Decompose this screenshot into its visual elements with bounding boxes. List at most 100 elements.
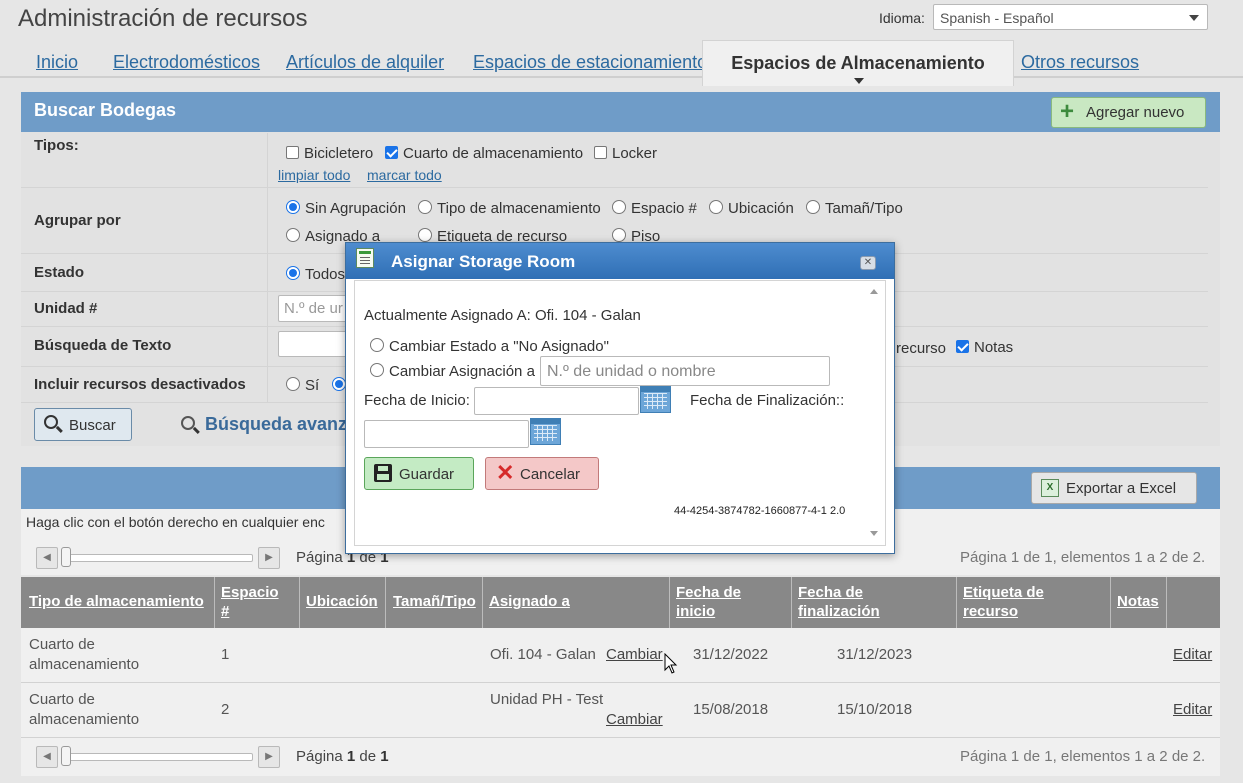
col-tamano[interactable]: Tamañ/Tipo bbox=[393, 592, 476, 611]
type-locker[interactable]: Locker bbox=[594, 145, 657, 162]
group-option[interactable]: Tamañ/Tipo bbox=[806, 200, 903, 217]
clear-all-link[interactable]: limpiar todo bbox=[278, 167, 350, 183]
check-all-link[interactable]: marcar todo bbox=[367, 167, 442, 183]
pager-slider-thumb[interactable] bbox=[61, 547, 71, 567]
tab-electrodomesticos[interactable]: Electrodomésticos bbox=[113, 52, 260, 73]
tab-otros-recursos[interactable]: Otros recursos bbox=[1021, 52, 1139, 73]
checkbox-checked[interactable] bbox=[956, 340, 969, 353]
radio-checked[interactable] bbox=[332, 377, 346, 391]
radio[interactable] bbox=[370, 363, 384, 377]
tab-inicio[interactable]: Inicio bbox=[36, 52, 78, 73]
radio[interactable] bbox=[418, 228, 432, 242]
pager-next-button[interactable]: ▶ bbox=[258, 547, 280, 569]
language-value: Spanish - Español bbox=[940, 10, 1054, 26]
type-bicicletero[interactable]: Bicicletero bbox=[286, 145, 373, 162]
group-option-label: Ubicación bbox=[728, 200, 794, 217]
type-label: Bicicletero bbox=[304, 145, 374, 162]
col-ubicacion[interactable]: Ubicación bbox=[306, 592, 378, 611]
language-select[interactable]: Spanish - Español bbox=[933, 4, 1208, 30]
start-date-label: Fecha de Inicio: bbox=[364, 392, 470, 409]
text-field-recurso: recurso bbox=[896, 340, 947, 357]
status-option-todos[interactable]: Todos bbox=[286, 266, 345, 283]
dialog-scrollbar[interactable] bbox=[864, 282, 884, 544]
calendar-icon[interactable] bbox=[640, 386, 671, 413]
cell-start: 15/08/2018 bbox=[693, 701, 769, 718]
scroll-up-icon[interactable] bbox=[870, 289, 878, 294]
save-label: Guardar bbox=[399, 466, 455, 483]
radio[interactable] bbox=[612, 200, 626, 214]
tab-articulos-alquiler[interactable]: Artículos de alquiler bbox=[286, 52, 444, 73]
pager-of-word: de bbox=[359, 748, 377, 765]
col-fecha-inicio[interactable]: Fecha de inicio bbox=[676, 583, 776, 621]
excel-icon: X bbox=[1041, 479, 1059, 497]
change-link[interactable]: Cambiar bbox=[606, 711, 663, 728]
checkbox[interactable] bbox=[594, 146, 607, 159]
search-button[interactable]: Buscar bbox=[34, 408, 132, 441]
add-new-button[interactable]: + Agregar nuevo bbox=[1051, 97, 1206, 128]
radio[interactable] bbox=[806, 200, 820, 214]
group-option-label: Tipo de almacenamiento bbox=[437, 200, 601, 217]
cell-space: 1 bbox=[221, 646, 230, 663]
start-date-input[interactable] bbox=[474, 387, 639, 415]
edit-link[interactable]: Editar bbox=[1173, 646, 1212, 663]
end-date-input[interactable] bbox=[364, 420, 529, 448]
col-fecha-fin[interactable]: Fecha de finalización bbox=[798, 583, 908, 621]
calendar-icon[interactable] bbox=[530, 418, 561, 445]
plus-icon: + bbox=[1060, 98, 1075, 125]
option-unassign[interactable]: Cambiar Estado a "No Asignado" bbox=[370, 338, 609, 355]
radio[interactable] bbox=[709, 200, 723, 214]
radio[interactable] bbox=[286, 228, 300, 242]
pager-slider-track[interactable] bbox=[65, 554, 253, 562]
group-option[interactable]: Ubicación bbox=[709, 200, 794, 217]
export-excel-button[interactable]: X Exportar a Excel bbox=[1031, 472, 1197, 504]
radio-checked[interactable] bbox=[286, 266, 300, 280]
pager-slider-thumb[interactable] bbox=[61, 746, 71, 766]
radio-checked[interactable] bbox=[286, 200, 300, 214]
col-asignado[interactable]: Asignado a bbox=[489, 592, 570, 611]
col-etiqueta[interactable]: Etiqueta de recurso bbox=[963, 583, 1083, 621]
col-tipo[interactable]: Tipo de almacenamiento bbox=[29, 592, 204, 611]
pager-slider-track[interactable] bbox=[65, 753, 253, 761]
radio[interactable] bbox=[418, 200, 432, 214]
option-reassign-label: Cambiar Asignación a bbox=[389, 363, 535, 380]
advanced-search-link[interactable]: Búsqueda avanza bbox=[205, 414, 357, 435]
option-reassign[interactable]: Cambiar Asignación a bbox=[370, 363, 535, 380]
reassign-input[interactable]: N.º de unidad o nombre bbox=[540, 356, 830, 386]
pager-next-button[interactable]: ▶ bbox=[258, 746, 280, 768]
deactivated-yes[interactable]: Sí bbox=[286, 377, 319, 394]
group-option[interactable]: Sin Agrupación bbox=[286, 200, 406, 217]
checkbox[interactable] bbox=[286, 146, 299, 159]
edit-link[interactable]: Editar bbox=[1173, 701, 1212, 718]
save-button[interactable]: Guardar bbox=[364, 457, 474, 490]
checkbox-checked[interactable] bbox=[385, 146, 398, 159]
group-option[interactable]: Tipo de almacenamiento bbox=[418, 200, 601, 217]
option-unassign-label: Cambiar Estado a "No Asignado" bbox=[389, 338, 609, 355]
cancel-button[interactable]: ✕ Cancelar bbox=[485, 457, 599, 490]
radio[interactable] bbox=[286, 377, 300, 391]
form-column-divider bbox=[267, 133, 268, 403]
tab-espacios-almacenamiento[interactable]: Espacios de Almacenamiento bbox=[702, 40, 1014, 86]
col-espacio[interactable]: Espacio # bbox=[221, 583, 291, 621]
close-icon[interactable]: ✕ bbox=[860, 256, 876, 270]
types-label: Tipos: bbox=[34, 137, 79, 154]
search-title: Buscar Bodegas bbox=[34, 100, 177, 120]
type-cuarto[interactable]: Cuarto de almacenamiento bbox=[385, 145, 583, 162]
text-field-notas[interactable]: Notas bbox=[956, 339, 1013, 356]
pager-summary: Página 1 de 1, elementos 1 a 2 de 2. bbox=[960, 549, 1206, 566]
search-button-label: Buscar bbox=[69, 417, 116, 434]
page-title: Administración de recursos bbox=[18, 5, 308, 32]
pager-prev-button[interactable]: ◀ bbox=[36, 746, 58, 768]
radio[interactable] bbox=[370, 338, 384, 352]
scroll-down-icon[interactable] bbox=[870, 531, 878, 536]
cell-assigned: Unidad PH - Test bbox=[490, 691, 604, 708]
group-option[interactable]: Espacio # bbox=[612, 200, 697, 217]
col-notas[interactable]: Notas bbox=[1117, 592, 1159, 611]
change-link[interactable]: Cambiar bbox=[606, 646, 663, 663]
tab-espacios-estacionamiento[interactable]: Espacios de estacionamiento bbox=[473, 52, 707, 73]
pager-prev-button[interactable]: ◀ bbox=[36, 547, 58, 569]
radio[interactable] bbox=[612, 228, 626, 242]
cell-space: 2 bbox=[221, 701, 230, 718]
unit-label: Unidad # bbox=[34, 300, 98, 317]
save-icon bbox=[374, 464, 392, 482]
search-icon bbox=[181, 416, 195, 430]
